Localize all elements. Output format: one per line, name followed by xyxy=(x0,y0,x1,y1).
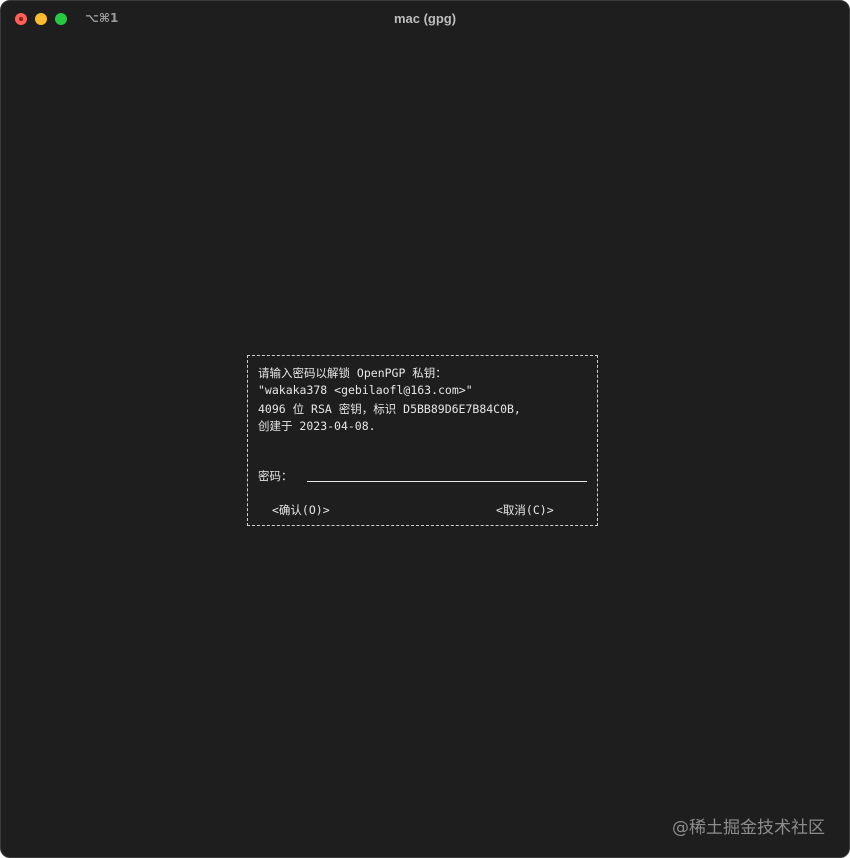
dialog-message-line: "wakaka378 <gebilaofl@163.com>" xyxy=(258,383,473,397)
watermark-text: @稀土掘金技术社区 xyxy=(672,818,825,838)
confirm-button[interactable]: <确认(O)> xyxy=(272,502,330,518)
dialog-message-line: 请输入密码以解锁 OpenPGP 私钥： xyxy=(258,366,447,380)
password-label: 密码： xyxy=(258,469,293,483)
cancel-button[interactable]: <取消(C)> xyxy=(496,502,554,518)
password-input[interactable] xyxy=(307,467,587,482)
terminal-window: ⌥⌘1 mac (gpg) 请输入密码以解锁 OpenPGP 私钥： "waka… xyxy=(0,0,850,858)
pinentry-dialog: 请输入密码以解锁 OpenPGP 私钥： "wakaka378 <gebilao… xyxy=(247,355,598,526)
window-title: mac (gpg) xyxy=(393,11,457,26)
dialog-message-line: 4096 位 RSA 密钥，标识 D5BB89D6E7B84C0B, xyxy=(258,402,521,416)
title-bar[interactable]: ⌥⌘1 mac (gpg) xyxy=(1,1,849,37)
dialog-message-line: 创建于 2023-04-08. xyxy=(258,419,376,433)
